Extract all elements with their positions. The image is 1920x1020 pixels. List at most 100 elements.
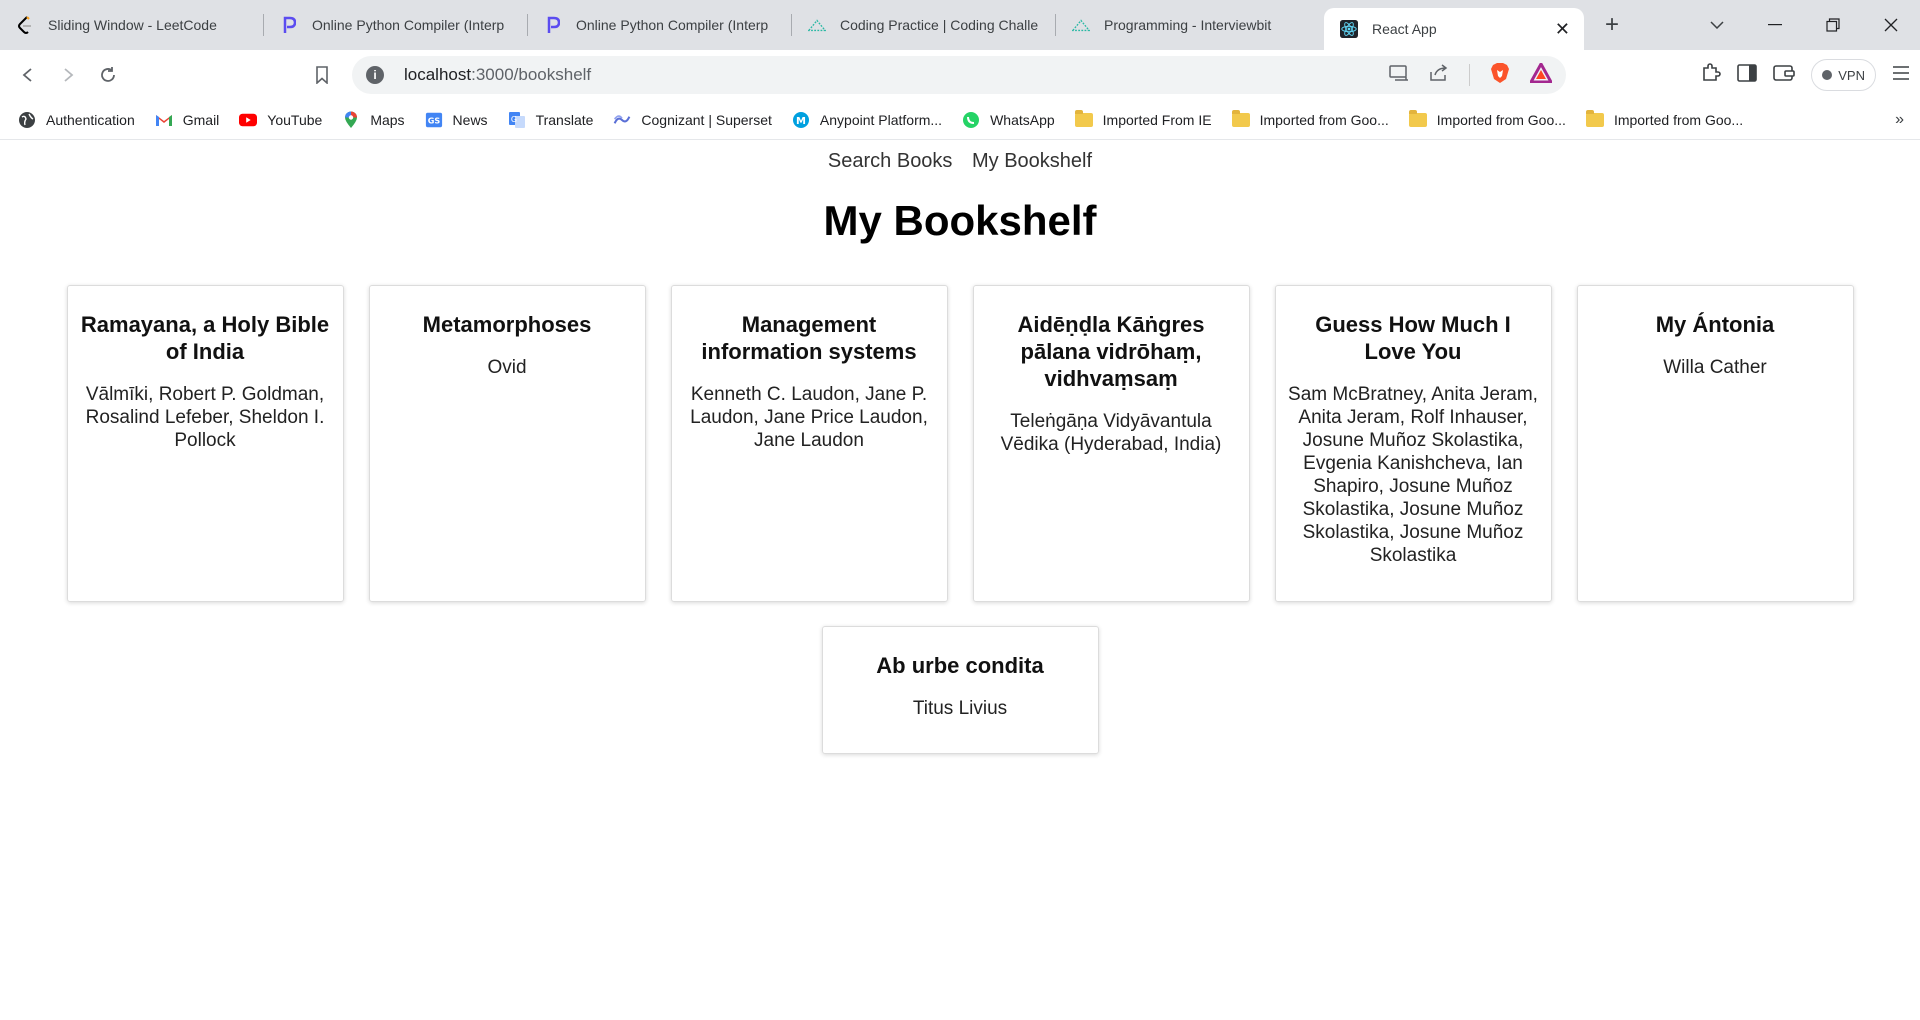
wallet-icon[interactable] bbox=[1773, 64, 1796, 87]
folder-icon bbox=[1408, 109, 1427, 129]
forward-button[interactable] bbox=[48, 55, 88, 95]
tab-react-app[interactable]: React App ✕ bbox=[1324, 8, 1584, 50]
bookmark-superset[interactable]: Cognizant | Superset bbox=[613, 111, 772, 129]
book-title: Metamorphoses bbox=[422, 312, 592, 337]
book-title: Aidēṇḍla Kāṅgres pālana vidrōhaṃ, vidhva… bbox=[1017, 312, 1205, 391]
minimize-button[interactable] bbox=[1746, 0, 1804, 50]
tab-leetcode[interactable]: Sliding Window - LeetCode bbox=[0, 0, 264, 50]
tab-title: Programming - Interviewbit bbox=[1104, 17, 1272, 33]
book-title: Ab urbe condita bbox=[876, 653, 1044, 678]
book-card[interactable]: Guess How Much I Love You Sam McBratney,… bbox=[1274, 285, 1552, 602]
cast-icon[interactable] bbox=[1389, 64, 1409, 86]
svg-text:M: M bbox=[796, 116, 806, 127]
bookmark-icon[interactable] bbox=[302, 55, 342, 95]
browser-toolbar: i localhost:3000/bookshelf VPN bbox=[0, 50, 1920, 100]
book-authors: Ovid bbox=[487, 357, 527, 378]
globe-icon bbox=[18, 111, 36, 129]
app-nav: Search Books My Bookshelf bbox=[0, 140, 1920, 173]
page-title: My Bookshelf bbox=[823, 197, 1097, 244]
maps-icon bbox=[342, 111, 360, 129]
book-authors: Kenneth C. Laudon, Jane P. Laudon, Jane … bbox=[690, 384, 928, 451]
folder-icon bbox=[1074, 109, 1093, 129]
whatsapp-icon bbox=[962, 111, 980, 129]
menu-icon[interactable] bbox=[1892, 65, 1910, 86]
programiz-icon bbox=[544, 16, 562, 34]
tab-interviewbit[interactable]: Programming - Interviewbit bbox=[1056, 0, 1320, 50]
bookmark-folder-google-1[interactable]: Imported from Goo... bbox=[1231, 109, 1389, 129]
tab-python-compiler-2[interactable]: Online Python Compiler (Interp bbox=[528, 0, 792, 50]
book-card[interactable]: Ab urbe condita Titus Livius bbox=[821, 626, 1099, 754]
book-title: Ramayana, a Holy Bible of India bbox=[80, 312, 330, 364]
programiz-icon bbox=[280, 16, 298, 34]
address-bar[interactable]: i localhost:3000/bookshelf bbox=[352, 56, 1566, 94]
gmail-icon bbox=[155, 111, 173, 129]
close-window-button[interactable] bbox=[1862, 0, 1920, 50]
book-card[interactable]: My Ántonia Willa Cather bbox=[1576, 285, 1854, 602]
interviewbit-icon bbox=[1072, 16, 1090, 34]
nav-my-bookshelf[interactable]: My Bookshelf bbox=[972, 150, 1092, 172]
bookmark-translate[interactable]: G Translate bbox=[508, 111, 593, 129]
back-button[interactable] bbox=[8, 55, 48, 95]
bookmark-gmail[interactable]: Gmail bbox=[155, 111, 219, 129]
book-authors: Willa Cather bbox=[1663, 357, 1767, 378]
book-authors: Teleṅgāṇa Vidyāvantula Vēdika (Hyderabad… bbox=[1000, 411, 1222, 455]
new-tab-button[interactable]: + bbox=[1592, 5, 1632, 45]
reload-button[interactable] bbox=[88, 55, 128, 95]
tab-search-chevron-icon[interactable] bbox=[1688, 0, 1746, 50]
folder-icon bbox=[1585, 109, 1604, 129]
bookmark-anypoint[interactable]: M Anypoint Platform... bbox=[792, 111, 942, 129]
book-authors: Sam McBratney, Anita Jeram, Anita Jeram,… bbox=[1288, 384, 1538, 566]
bookmarks-bar: Authentication Gmail YouTube Maps GS New… bbox=[0, 100, 1920, 140]
book-title: My Ántonia bbox=[1655, 312, 1775, 337]
book-grid: Ramayana, a Holy Bible of India Vālmīki,… bbox=[60, 285, 1860, 754]
svg-text:G: G bbox=[510, 115, 516, 124]
sidebar-icon[interactable] bbox=[1737, 63, 1758, 87]
bookmark-youtube[interactable]: YouTube bbox=[239, 111, 322, 129]
bookmark-whatsapp[interactable]: WhatsApp bbox=[962, 111, 1055, 129]
tab-title: Coding Practice | Coding Challe bbox=[840, 17, 1039, 33]
book-title: Management information systems bbox=[701, 312, 917, 364]
vpn-status-icon bbox=[1822, 70, 1833, 80]
react-icon bbox=[1340, 20, 1358, 38]
bookmark-folder-google-2[interactable]: Imported from Goo... bbox=[1408, 109, 1566, 129]
bookmark-maps[interactable]: Maps bbox=[342, 111, 405, 129]
nav-search-books[interactable]: Search Books bbox=[828, 150, 953, 172]
news-icon: GS bbox=[425, 111, 443, 129]
tab-title: Sliding Window - LeetCode bbox=[48, 17, 217, 33]
folder-icon bbox=[1231, 109, 1250, 129]
youtube-icon bbox=[239, 111, 258, 129]
close-tab-icon[interactable]: ✕ bbox=[1555, 19, 1570, 40]
interviewbit-icon bbox=[808, 16, 826, 34]
url-text[interactable]: localhost:3000/bookshelf bbox=[404, 65, 591, 85]
bookmark-authentication[interactable]: Authentication bbox=[18, 111, 135, 129]
book-card[interactable]: Management information systems Kenneth C… bbox=[670, 285, 948, 602]
leetcode-icon bbox=[16, 16, 34, 34]
vpn-button[interactable]: VPN bbox=[1811, 59, 1876, 91]
book-card[interactable]: Ramayana, a Holy Bible of India Vālmīki,… bbox=[66, 285, 344, 602]
book-card[interactable]: Aidēṇḍla Kāṅgres pālana vidrōhaṃ, vidhva… bbox=[972, 285, 1250, 602]
book-authors: Titus Livius bbox=[912, 698, 1008, 719]
book-title: Guess How Much I Love You bbox=[1315, 312, 1511, 364]
translate-icon: G bbox=[508, 111, 526, 129]
tab-title: Online Python Compiler (Interp bbox=[312, 17, 505, 33]
page-content: Search Books My Bookshelf My Bookshelf R… bbox=[0, 140, 1920, 1020]
tab-python-compiler-1[interactable]: Online Python Compiler (Interp bbox=[264, 0, 528, 50]
bookmark-folder-google-3[interactable]: Imported from Goo... bbox=[1585, 109, 1743, 129]
bookmark-folder-ie[interactable]: Imported From IE bbox=[1074, 109, 1212, 129]
brave-shields-icon[interactable] bbox=[1490, 62, 1510, 89]
restore-button[interactable] bbox=[1804, 0, 1862, 50]
mulesoft-icon: M bbox=[792, 111, 810, 129]
tab-strip: Sliding Window - LeetCode Online Python … bbox=[0, 0, 1920, 50]
tab-title: React App bbox=[1372, 21, 1437, 37]
tab-title: Online Python Compiler (Interp bbox=[576, 17, 769, 33]
brave-rewards-icon[interactable] bbox=[1528, 60, 1554, 88]
bookmark-news[interactable]: GS News bbox=[425, 111, 488, 129]
tab-coding-practice[interactable]: Coding Practice | Coding Challe bbox=[792, 0, 1056, 50]
superset-icon bbox=[613, 111, 631, 129]
more-bookmarks-button[interactable]: » bbox=[1895, 111, 1904, 129]
extensions-icon[interactable] bbox=[1701, 62, 1722, 88]
share-icon[interactable] bbox=[1429, 63, 1449, 87]
site-info-icon[interactable]: i bbox=[366, 66, 384, 84]
book-card[interactable]: Metamorphoses Ovid bbox=[368, 285, 646, 602]
book-authors: Vālmīki, Robert P. Goldman, Rosalind Lef… bbox=[85, 384, 325, 451]
